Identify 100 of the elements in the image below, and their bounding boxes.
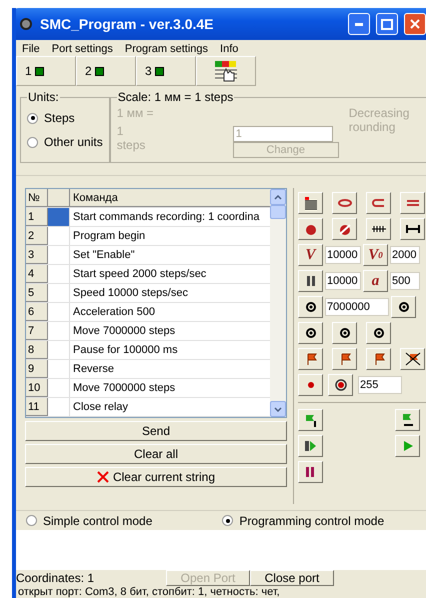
row-number: 7 — [26, 322, 48, 340]
axis-button[interactable]: 1 — [16, 56, 76, 86]
hand-icon — [214, 60, 238, 82]
axis-button[interactable]: 2 — [76, 56, 136, 86]
row-number: 6 — [26, 303, 48, 321]
maximize-button[interactable] — [376, 13, 398, 35]
flag-button[interactable] — [298, 348, 323, 370]
relay-target-button[interactable] — [328, 374, 353, 396]
radio-button[interactable] — [27, 112, 38, 124]
scrollbar[interactable] — [270, 189, 286, 417]
command-cell[interactable]: Program begin — [70, 227, 270, 245]
close-icon — [96, 471, 109, 483]
list-button[interactable] — [298, 192, 323, 214]
move-button[interactable] — [298, 296, 323, 318]
close-icon — [410, 19, 420, 29]
loop-button[interactable] — [400, 192, 425, 214]
command-cell[interactable]: Start speed 2000 steps/sec — [70, 265, 270, 283]
move-button[interactable] — [332, 322, 357, 344]
radio-button[interactable] — [222, 515, 234, 526]
command-cell[interactable]: Move 7000000 steps — [70, 322, 270, 340]
menu-item[interactable]: Program settings — [124, 43, 208, 53]
command-cell[interactable]: Reverse — [70, 360, 270, 378]
list-icon — [302, 196, 318, 210]
minimize-icon — [355, 22, 363, 26]
mode-option[interactable]: Simple control mode — [26, 508, 152, 533]
row-number: 2 — [26, 227, 48, 245]
scale-label: 1 мм = — [116, 106, 155, 120]
command-cell[interactable]: Speed 10000 steps/sec — [70, 284, 270, 302]
menu-item[interactable]: Info — [220, 43, 238, 53]
speed-button[interactable]: V — [298, 244, 323, 266]
row-marker[interactable] — [48, 208, 70, 226]
clear-string-button[interactable]: Clear current string — [25, 467, 287, 487]
motor-button[interactable] — [298, 218, 323, 240]
relay-field[interactable]: 255 — [358, 376, 402, 394]
crossed-flag-icon — [404, 352, 420, 366]
row-number: 10 — [26, 379, 48, 397]
start-speed-field[interactable]: 2000 — [390, 246, 420, 264]
width-button[interactable] — [400, 218, 425, 240]
group-label: Scale: 1 мм = 1 steps — [116, 90, 234, 104]
mode-option[interactable]: Programming control mode — [222, 508, 384, 533]
column-header: Команда — [70, 189, 270, 207]
command-cell[interactable]: Close relay — [70, 398, 270, 416]
row-number: 4 — [26, 265, 48, 283]
motor-button[interactable] — [332, 218, 357, 240]
radio-option[interactable]: Steps — [27, 106, 103, 130]
flag-step-button[interactable] — [298, 409, 323, 431]
command-cell[interactable]: Set "Enable" — [70, 246, 270, 264]
target-icon — [332, 378, 348, 392]
loop-button[interactable] — [332, 192, 357, 214]
loop-button[interactable] — [366, 192, 391, 214]
log-line: открыт порт: Com3, 8 бит, стопбит: 1, четность: чет, — [17, 586, 281, 598]
move-zero-button[interactable] — [366, 322, 391, 344]
close-button[interactable] — [404, 13, 426, 35]
command-cell[interactable]: Pause for 100000 ms — [70, 341, 270, 359]
command-cell[interactable]: Acceleration 500 — [70, 303, 270, 321]
rounding-label: Decreasing rounding — [348, 106, 410, 136]
flag-button[interactable] — [332, 348, 357, 370]
radio-button[interactable] — [27, 136, 38, 148]
ruler-button[interactable] — [366, 218, 391, 240]
move-field[interactable]: 7000000 — [325, 298, 389, 316]
step-pause-button[interactable] — [298, 461, 323, 483]
close-port-button[interactable]: Close port — [250, 570, 334, 586]
axis-button[interactable]: 3 — [136, 56, 196, 86]
menu-item[interactable]: Port settings — [52, 43, 113, 53]
minimize-button[interactable] — [348, 13, 370, 35]
scroll-down-icon — [274, 406, 282, 412]
send-button[interactable]: Send — [25, 421, 287, 441]
row-number: 8 — [26, 341, 48, 359]
clear-all-button[interactable]: Clear all — [25, 444, 287, 464]
step-play-icon — [302, 439, 318, 453]
row-number: 11 — [26, 398, 48, 416]
pause-field[interactable]: 10000 — [325, 272, 361, 290]
speed-field[interactable]: 10000 — [325, 246, 361, 264]
play-button[interactable] — [395, 435, 420, 457]
pause-button[interactable] — [298, 270, 323, 292]
move-infinite-button[interactable] — [391, 296, 416, 318]
row-number: 3 — [26, 246, 48, 264]
radio-button[interactable] — [26, 515, 37, 526]
flag-button[interactable] — [366, 348, 391, 370]
delete-flag-button[interactable] — [400, 348, 425, 370]
width-icon — [404, 222, 420, 236]
step-play-button[interactable] — [298, 435, 323, 457]
command-cell[interactable]: Start commands recording: 1 coordina — [70, 208, 270, 226]
ok-button[interactable] — [395, 409, 420, 431]
acceleration-button[interactable]: a — [363, 270, 388, 292]
acceleration-field[interactable]: 500 — [390, 272, 420, 290]
coordinates-label: Coordinates: 1 — [16, 571, 96, 585]
column-header: № — [26, 189, 48, 207]
relay-button[interactable] — [298, 374, 323, 396]
group-label: Units: — [27, 90, 60, 104]
command-cell[interactable]: Move 7000000 steps — [70, 379, 270, 397]
row-number: 9 — [26, 360, 48, 378]
maximize-icon — [381, 18, 393, 30]
steps-value: 1 — [116, 124, 124, 138]
hand-button[interactable] — [196, 56, 256, 86]
scroll-thumb[interactable] — [270, 205, 286, 219]
menu-item[interactable]: File — [22, 43, 40, 53]
radio-option[interactable]: Other units — [27, 130, 103, 154]
move-button[interactable] — [298, 322, 323, 344]
row-number: 5 — [26, 284, 48, 302]
